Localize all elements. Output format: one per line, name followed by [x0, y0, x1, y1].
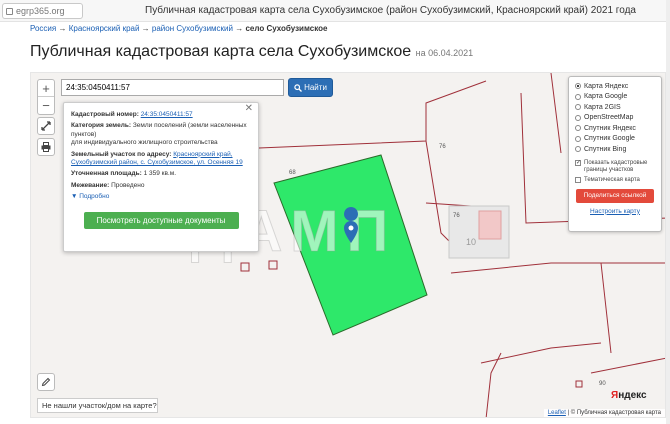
radio-icon	[575, 104, 581, 111]
checkbox-icon	[575, 176, 581, 183]
breadcrumb-district[interactable]: район Сухобузимский	[152, 24, 233, 33]
layer-option-label: Спутник Bing	[584, 145, 627, 153]
chevron-down-icon: ▼	[71, 193, 78, 201]
zoom-in-button[interactable]: +	[38, 80, 54, 97]
cadastral-number-label: Кадастровый номер:	[71, 111, 139, 118]
layer-option-label: Спутник Google	[584, 135, 635, 143]
parcel-label: 68	[289, 170, 296, 176]
layer-option-label: Карта Яндекс	[584, 82, 629, 90]
parcel-info-popup: ✕ Кадастровый номер: 24:35:0450411:57 Ка…	[63, 102, 259, 252]
layer-option-label: Спутник Яндекс	[584, 124, 636, 132]
radio-icon	[575, 93, 581, 100]
share-link-button[interactable]: Поделиться ссылкой	[576, 188, 654, 203]
layer-option-2gis-map[interactable]: Карта 2GIS	[575, 102, 655, 113]
breadcrumb: Россия → Красноярский край → район Сухоб…	[30, 24, 327, 33]
area-value: 1 359 кв.м.	[143, 170, 177, 178]
land-use-value: для индивидуального жилищного строительс…	[71, 139, 218, 147]
layer-option-google-map[interactable]: Карта Google	[575, 92, 655, 103]
cadastral-map[interactable]: 68 76 76 10 90 ДАМП + − Найти ✕ Кадастро…	[30, 72, 666, 418]
land-category-label: Категория земель:	[71, 122, 132, 130]
breadcrumb-krai[interactable]: Красноярский край	[69, 24, 140, 33]
thematic-map-label: Тематическая карта	[584, 176, 640, 183]
breadcrumb-separator: →	[141, 24, 150, 33]
zoom-out-button[interactable]: −	[38, 97, 54, 114]
parcel-label: 90	[599, 381, 606, 387]
survey-row: Межевание: Проведено	[71, 182, 251, 190]
radio-selected-icon	[575, 83, 581, 90]
cadastral-number-row: Кадастровый номер: 24:35:0450411:57	[71, 111, 251, 119]
layer-option-osm[interactable]: OpenStreetMap	[575, 113, 655, 124]
search-button[interactable]: Найти	[288, 78, 333, 97]
survey-label: Межевание:	[71, 181, 110, 189]
draw-button[interactable]	[37, 373, 55, 391]
cadastral-search-input[interactable]	[61, 79, 284, 96]
fullscreen-button[interactable]	[37, 117, 55, 135]
building-highlight	[478, 210, 502, 240]
attribution-separator: |	[567, 410, 570, 416]
print-icon	[41, 142, 51, 152]
breadcrumb-separator: →	[235, 24, 244, 33]
close-icon[interactable]: ✕	[245, 103, 253, 114]
search-icon	[294, 83, 303, 92]
page-scrollbar[interactable]	[666, 0, 670, 424]
parcel-label: 76	[439, 144, 446, 150]
expand-icon	[41, 121, 51, 131]
lock-icon	[6, 7, 13, 15]
more-details-label: Подробно	[79, 193, 110, 201]
layer-switcher: Карта Яндекс Карта Google Карта 2GIS Ope…	[568, 76, 662, 232]
layer-option-google-satellite[interactable]: Спутник Google	[575, 134, 655, 145]
address-label: Земельный участок по адресу:	[71, 150, 172, 158]
radio-icon	[575, 125, 581, 132]
layer-option-label: Карта Google	[584, 93, 628, 101]
attribution-source: © Публичная кадастровая карта	[570, 410, 661, 416]
parcel-label: 76	[453, 213, 460, 219]
not-found-link[interactable]: Не нашли участок/дом на карте?	[37, 398, 158, 413]
yandex-logo-rest: ндекс	[618, 390, 647, 401]
zoom-control: + −	[37, 79, 55, 115]
radio-icon	[575, 114, 581, 121]
address-text: egrp365.org	[16, 6, 65, 16]
survey-value: Проведено	[111, 181, 145, 189]
address-row: Земельный участок по адресу: Красноярски…	[71, 151, 251, 168]
more-details-link[interactable]: ▼ Подробно	[71, 193, 251, 201]
land-category-row: Категория земель: Земли поселений (земли…	[71, 122, 251, 147]
layer-option-bing-satellite[interactable]: Спутник Bing	[575, 144, 655, 155]
area-row: Уточненная площадь: 1 359 кв.м.	[71, 170, 251, 178]
setup-map-link[interactable]: Настроить карту	[575, 208, 655, 215]
page-date: на 06.04.2021	[415, 48, 474, 58]
breadcrumb-russia[interactable]: Россия	[30, 24, 56, 33]
breadcrumb-separator: →	[58, 24, 67, 33]
page-title-text: Публичная кадастровая карта села Сухобуз…	[30, 43, 412, 60]
checkmark-icon: ✓	[575, 159, 582, 166]
show-borders-checkbox[interactable]: ✓ Показать кадастровые границы участков	[575, 159, 655, 174]
thematic-map-checkbox[interactable]: Тематическая карта	[575, 176, 655, 184]
radio-icon	[575, 135, 581, 142]
page-title: Публичная кадастровая карта села Сухобуз…	[30, 43, 473, 61]
view-documents-button[interactable]: Посмотреть доступные документы	[83, 211, 239, 229]
layer-option-yandex-satellite[interactable]: Спутник Яндекс	[575, 123, 655, 134]
show-borders-label: Показать кадастровые границы участков	[584, 159, 648, 173]
print-button[interactable]	[37, 138, 55, 156]
radio-icon	[575, 146, 581, 153]
layer-option-label: OpenStreetMap	[584, 114, 634, 122]
yandex-logo: Яндекс	[611, 390, 647, 401]
layer-option-label: Карта 2GIS	[584, 103, 621, 111]
breadcrumb-current: село Сухобузимское	[245, 24, 328, 33]
layer-option-yandex-map[interactable]: Карта Яндекс	[575, 81, 655, 92]
search-button-label: Найти	[304, 83, 327, 92]
map-attribution: Leaflet | © Публичная кадастровая карта	[543, 409, 665, 417]
browser-tab-bar: egrp365.org Публичная кадастровая карта …	[0, 0, 670, 22]
address-bar[interactable]: egrp365.org	[2, 3, 83, 19]
area-label: Уточненная площадь:	[71, 170, 142, 178]
leaflet-link[interactable]: Leaflet	[548, 410, 566, 416]
pencil-icon	[41, 377, 51, 387]
window-title: Публичная кадастровая карта села Сухобуз…	[145, 5, 636, 16]
cadastral-number-link[interactable]: 24:35:0450411:57	[141, 111, 193, 118]
parcel-label: 10	[466, 237, 476, 247]
